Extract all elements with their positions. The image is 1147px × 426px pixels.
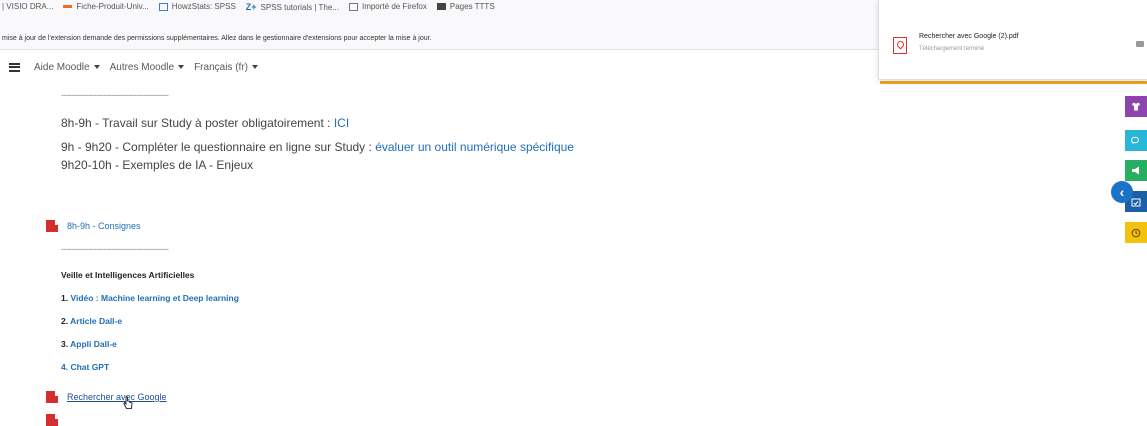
bookmark-label: HowzStats: SPSS [171,2,236,11]
ici-link[interactable]: ICI [334,116,349,130]
show-folder-icon[interactable] [1136,41,1144,47]
drawer-clock-icon[interactable] [1125,222,1147,243]
pdf-icon [46,391,60,403]
separator: ----------------------------------------… [61,90,169,100]
schedule-text: 8h-9h - Travail sur Study à poster oblig… [61,116,334,130]
nav-autres-moodle[interactable]: Autres Moodle [109,61,185,73]
bookmark-folder-firefox[interactable]: Importé de Firefox [348,2,427,11]
bookmark-label: Pages TTTS [449,2,495,11]
list-item: 4. Chat GPT [61,362,109,372]
schedule-line-2: 9h - 9h20 - Compléter le questionnaire e… [61,140,574,154]
item-number: 2. [61,316,71,326]
drawer-chat-icon[interactable] [1125,130,1147,151]
nav-label: Français (fr) [194,61,248,73]
downloads-panel: Rechercher avec Google (2).pdf Télécharg… [878,0,1147,80]
video-ml-link[interactable]: Vidéo : Machine learning et Deep learnin… [70,293,238,303]
section-heading: Veille et Intelligences Artificielles [61,270,195,280]
chart-icon [158,2,168,11]
list-item: 1. Vidéo : Machine learning et Deep lear… [61,293,239,303]
bookmark-label: | VISIO DRA... [2,2,54,11]
list-item: 3. Appli Dall-e [61,339,117,349]
resource-partial[interactable] [46,414,60,426]
folder-outline-icon [348,2,358,11]
caret-down-icon [251,65,258,69]
hand-cursor-icon [123,396,133,409]
list-item: 2. Article Dall-e [61,316,122,326]
bookmark-label: Fiche-Produit-Univ... [76,2,149,11]
hamburger-menu-icon[interactable] [9,62,20,72]
resource-google[interactable]: Rechercher avec Google [46,391,167,403]
article-dalle-link[interactable]: Article Dall-e [70,316,122,326]
pdf-icon [46,414,60,426]
schedule-text: 9h - 9h20 - Compléter le questionnaire e… [61,140,376,154]
bookmark-howzstats[interactable]: HowzStats: SPSS [158,2,236,11]
chat-gpt-link[interactable]: 4. Chat GPT [61,362,109,372]
drawer-shirt-icon[interactable] [1125,96,1147,117]
evaluer-outil-link[interactable]: évaluer un outil numérique spécifique [375,140,574,154]
bookmark-label: SPSS tutorials | The... [260,2,339,12]
resource-consignes[interactable]: 8h-9h - Consignes [46,220,141,232]
collapse-drawer-chevron-icon[interactable]: ‹ [1111,181,1133,203]
schedule-line-1: 8h-9h - Travail sur Study à poster oblig… [61,116,349,130]
folder-icon [436,3,446,10]
bookmark-visio[interactable]: | VISIO DRA... [2,2,53,11]
nav-language[interactable]: Français (fr) [194,62,258,73]
caret-down-icon [178,65,185,69]
spss-icon: Z+ [245,2,257,12]
nav-aide-moodle[interactable]: Aide Moodle [34,62,100,73]
item-number: 3. [61,339,71,349]
bookmark-label: Importé de Firefox [361,2,427,11]
pdf-icon [46,220,60,232]
separator: ----------------------------------------… [61,244,169,254]
caret-down-icon [93,65,100,69]
download-filename[interactable]: Rechercher avec Google (2).pdf [919,33,1019,40]
bookmark-folder-pages[interactable]: Pages TTTS [436,2,495,11]
bookmark-fiche-produit[interactable]: Fiche-Produit-Univ... [63,2,149,11]
drawer-megaphone-icon[interactable] [1125,160,1147,181]
download-status: Téléchargement terminé [919,46,985,52]
bookmark-icon [63,5,73,8]
resource-link[interactable]: 8h-9h - Consignes [67,221,141,231]
resource-link[interactable]: Rechercher avec Google [67,392,167,402]
nav-label: Autres Moodle [109,61,175,73]
pdf-file-icon [893,37,907,54]
course-content: ----------------------------------------… [0,84,1120,426]
schedule-line-3: 9h20-10h - Exemples de IA - Enjeux [61,158,254,172]
bookmark-spss-tutorials[interactable]: Z+ SPSS tutorials | The... [246,2,339,12]
nav-label: Aide Moodle [34,61,90,73]
appli-dalle-link[interactable]: Appli Dall-e [70,339,117,349]
